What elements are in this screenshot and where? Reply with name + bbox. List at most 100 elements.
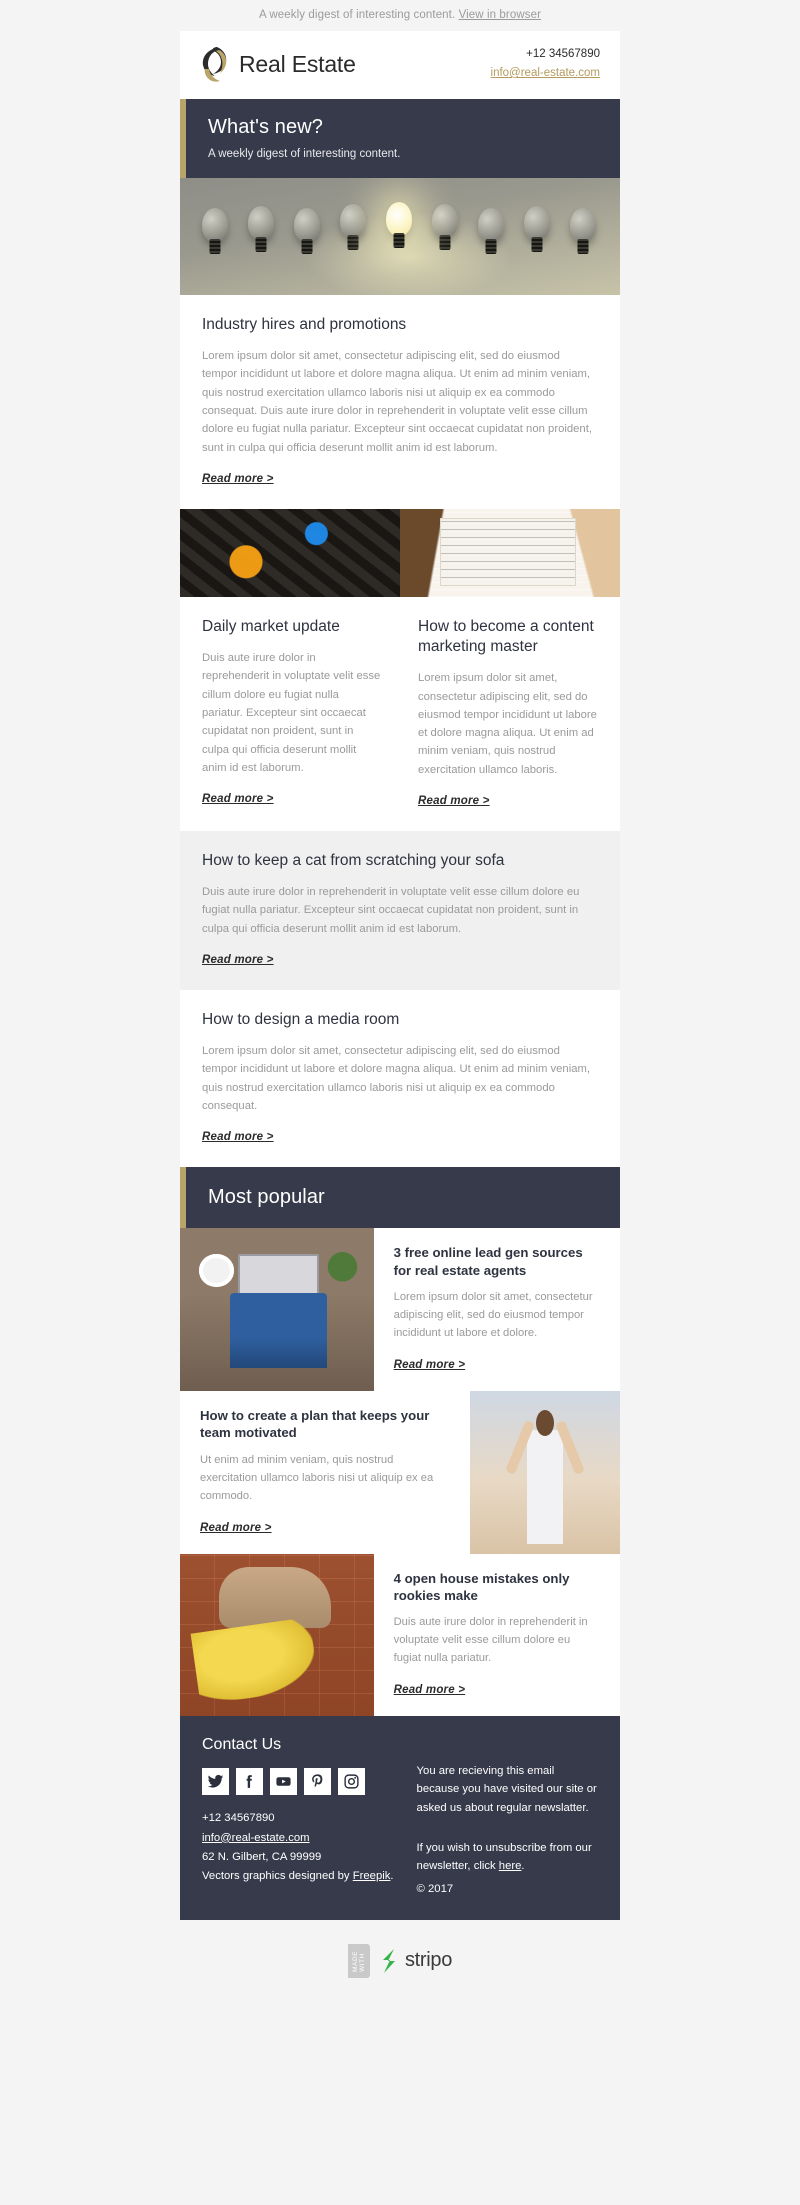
article-body: Lorem ipsum dolor sit amet, consectetur … [418, 672, 597, 776]
stripo-wordmark: stripo [404, 1949, 453, 1972]
bulb-icon [478, 208, 504, 254]
brand-email-link[interactable]: info@real-estate.com [491, 65, 600, 82]
email-wrapper: Real Estate +12 34567890 info@real-estat… [0, 31, 800, 1920]
brand-phone: +12 34567890 [526, 47, 600, 60]
freepik-link[interactable]: Freepik [353, 1870, 391, 1882]
instagram-icon[interactable] [338, 1768, 365, 1796]
bulb-icon [340, 204, 366, 250]
footer-copyright: © 2017 [416, 1882, 454, 1895]
twitter-icon[interactable] [202, 1768, 229, 1796]
footer-note-why: You are recieving this email because you… [416, 1765, 597, 1814]
read-more-link[interactable]: Read more > [394, 1359, 466, 1371]
stripo-logo-icon [382, 1948, 395, 1973]
shoe-icon [218, 1566, 331, 1629]
read-more-link[interactable]: Read more > [394, 1684, 466, 1696]
read-more-link[interactable]: Read more > [202, 954, 274, 966]
article-cat-scratching: How to keep a cat from scratching your s… [180, 830, 620, 991]
pinterest-icon[interactable] [304, 1768, 331, 1796]
social-links [202, 1768, 399, 1796]
notebook-planning-image [400, 508, 620, 597]
banner-title: What's new? [208, 116, 323, 138]
stripo-badge[interactable]: MADE WITH stripo [347, 1943, 452, 1978]
real-estate-swirl-logo-icon [202, 47, 227, 82]
popular-card-body: Ut enim ad minim veniam, quis nostrud ex… [200, 1453, 434, 1502]
popular-card-title: 3 free online lead gen sources for real … [393, 1245, 583, 1278]
popular-card-title: How to create a plan that keeps your tea… [200, 1407, 430, 1441]
plant-icon [323, 1241, 362, 1284]
bulb-group [180, 178, 620, 295]
most-popular-banner: Most popular [180, 1167, 620, 1229]
laptop-icon [238, 1254, 320, 1304]
footer-notes-column: You are recieving this email because you… [417, 1736, 598, 1898]
article-title: Industry hires and promotions [202, 316, 407, 333]
bulb-icon [524, 206, 550, 252]
credit-suffix: . [390, 1870, 394, 1883]
woman-arms-raised-image [470, 1390, 620, 1554]
article-title: How to keep a cat from scratching your s… [202, 851, 505, 869]
footer-address: 62 N. Gilbert, CA 99999 [202, 1851, 322, 1864]
lit-bulb-icon [386, 202, 412, 248]
unsubscribe-link[interactable]: here [499, 1860, 522, 1872]
column-daily-market-update: Daily market update Duis aute irure dolo… [180, 597, 400, 831]
article-title: How to design a media room [202, 1011, 400, 1029]
two-column-images [180, 508, 620, 597]
preheader-text: A weekly digest of interesting content. [258, 9, 456, 21]
facebook-icon[interactable] [236, 1768, 263, 1796]
popular-card-body: Lorem ipsum dolor sit amet, consectetur … [393, 1291, 593, 1340]
brand-name: Real Estate [239, 50, 356, 77]
banner-subtitle: A weekly digest of interesting content. [208, 148, 401, 160]
brand-header: Real Estate +12 34567890 info@real-estat… [180, 31, 620, 99]
footer-credit: Vectors graphics designed by Freepik. [202, 1867, 399, 1886]
popular-card-team-plan: How to create a plan that keeps your tea… [180, 1390, 620, 1554]
read-more-link[interactable]: Read more > [200, 1522, 272, 1534]
footer-title: Contact Us [202, 1736, 282, 1754]
stripo-logo-group: stripo [370, 1947, 452, 1975]
read-more-link[interactable]: Read more > [202, 473, 274, 485]
brand-contact: +12 34567890 info@real-estate.com [491, 46, 600, 83]
laptop-desk-overhead-image [180, 1228, 374, 1391]
popular-card-body: Duis aute irure dolor in reprehenderit i… [393, 1616, 588, 1665]
article-body: Duis aute irure dolor in reprehenderit i… [202, 886, 580, 935]
arm-icon [554, 1420, 586, 1476]
coffee-cup-icon [199, 1254, 235, 1287]
popular-card-text: How to create a plan that keeps your tea… [180, 1391, 470, 1554]
read-more-link[interactable]: Read more > [202, 793, 274, 805]
preheader: A weekly digest of interesting content. … [0, 0, 800, 31]
banana-peel-icon [191, 1617, 320, 1705]
unsubscribe-suffix: . [521, 1860, 525, 1873]
two-column-articles: Daily market update Duis aute irure dolo… [180, 596, 620, 831]
footer-email-row: info@real-estate.com [202, 1829, 399, 1848]
bulb-icon [294, 208, 320, 254]
article-media-room: How to design a media room Lorem ipsum d… [180, 990, 620, 1168]
footer-phone: +12 34567890 [202, 1812, 275, 1825]
bulb-icon [248, 206, 274, 252]
article-title: Daily market update [202, 617, 340, 635]
column-content-marketing: How to become a content marketing master… [400, 597, 620, 831]
footer-email-link[interactable]: info@real-estate.com [202, 1832, 310, 1844]
youtube-icon[interactable] [270, 1768, 297, 1796]
made-with-label: MADE WITH [347, 1943, 370, 1978]
bulb-icon [432, 204, 458, 250]
footer: Contact Us +12 34567890 info@real-estate… [180, 1716, 620, 1920]
credit-prefix: Vectors graphics designed by [202, 1870, 353, 1883]
popular-card-title: 4 open house mistakes only rookies make [393, 1570, 570, 1603]
popular-card-open-house: 4 open house mistakes only rookies make … [180, 1553, 620, 1717]
popular-card-text: 4 open house mistakes only rookies make … [374, 1554, 620, 1717]
most-popular-heading: Most popular [208, 1186, 325, 1209]
footer-note-unsubscribe: If you wish to unsubscribe from our news… [417, 1839, 598, 1876]
article-title: How to become a content marketing master [418, 617, 594, 656]
orange-question-mark-letters-image [180, 508, 400, 597]
bulb-icon [570, 208, 596, 254]
article-body: Duis aute irure dolor in reprehenderit i… [202, 652, 381, 774]
read-more-link[interactable]: Read more > [418, 795, 490, 807]
stripo-footer: MADE WITH stripo [0, 1919, 800, 2006]
shoe-banana-peel-image [180, 1553, 374, 1717]
article-industry-hires: Industry hires and promotions Lorem ipsu… [180, 295, 620, 509]
popular-card-lead-gen: 3 free online lead gen sources for real … [180, 1228, 620, 1391]
lightbulbs-row-image [180, 178, 620, 295]
view-in-browser-link[interactable]: View in browser [459, 9, 541, 21]
read-more-link[interactable]: Read more > [202, 1131, 274, 1143]
brand-identity: Real Estate [200, 45, 356, 83]
popular-card-text: 3 free online lead gen sources for real … [374, 1228, 620, 1391]
footer-contact-column: Contact Us +12 34567890 info@real-estate… [202, 1736, 399, 1898]
